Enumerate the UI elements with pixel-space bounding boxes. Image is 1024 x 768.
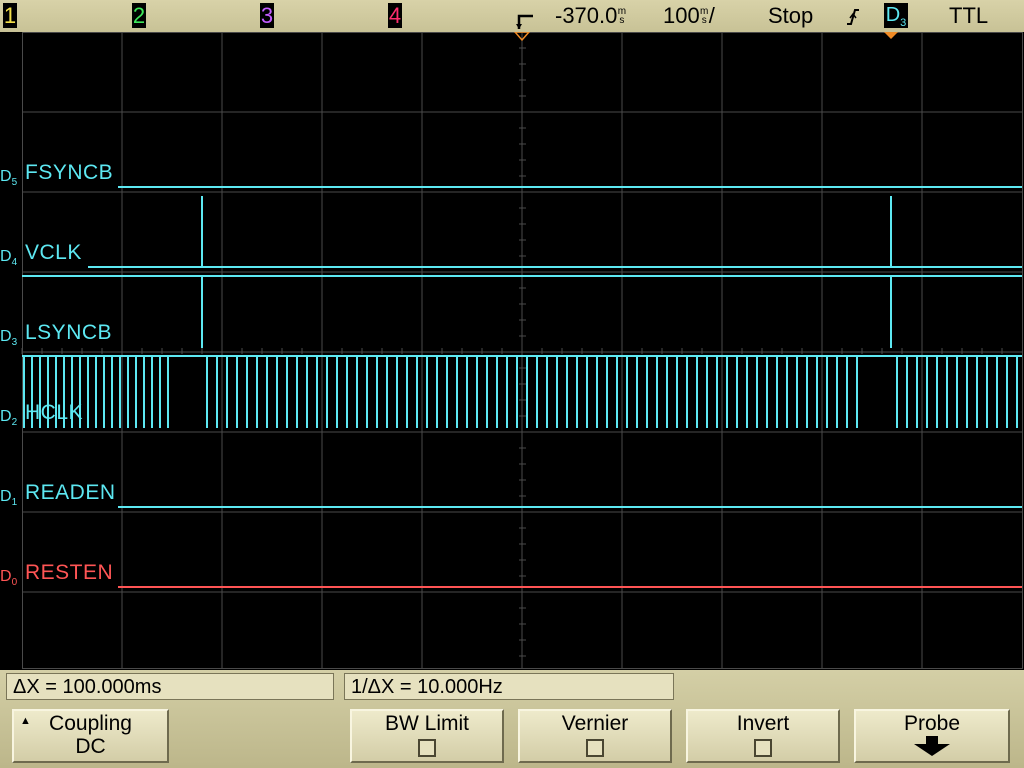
vernier-label: Vernier <box>561 712 629 735</box>
unit-bottom: s <box>701 15 707 26</box>
coupling-softkey[interactable]: ▲ Coupling DC <box>12 709 169 763</box>
channel-d5-id[interactable]: D5 <box>0 169 17 191</box>
unit-bottom: s <box>619 15 625 26</box>
delta-x-measurement: ΔX = 100.000ms <box>6 673 334 700</box>
channel-index: 1 <box>11 497 18 509</box>
channel-d3-name: LSYNCB <box>25 321 113 344</box>
rising-edge-icon <box>847 9 859 25</box>
time-scale-suffix: / <box>708 3 715 28</box>
time-scale-value: 100 <box>663 3 700 28</box>
time-scale-unit: ms <box>700 7 709 26</box>
vernier-softkey[interactable]: Vernier <box>518 709 672 763</box>
waveform-display <box>21 32 1023 669</box>
inverse-delta-x-measurement: 1/ΔX = 10.000Hz <box>344 673 674 700</box>
channel-index: 5 <box>11 177 18 189</box>
bw-limit-checkbox <box>418 739 436 757</box>
menu-up-icon: ▲ <box>20 715 31 727</box>
invert-checkbox <box>754 739 772 757</box>
trigger-level[interactable]: TTL <box>949 2 988 30</box>
channel-d4-name: VCLK <box>25 241 82 264</box>
time-delay-readout[interactable]: -370.0m s <box>555 2 626 30</box>
submenu-down-arrow-icon <box>914 736 950 756</box>
probe-softkey[interactable]: Probe <box>854 709 1010 763</box>
channel-1-indicator[interactable]: 1 <box>3 3 17 28</box>
vernier-checkbox <box>586 739 604 757</box>
channel-1-label: 1 <box>3 3 17 28</box>
channel-d0-name: RESTEN <box>25 561 114 584</box>
coupling-value: DC <box>75 735 106 758</box>
channel-3-label: 3 <box>260 3 274 28</box>
run-state[interactable]: Stop <box>768 2 813 30</box>
channel-index: 2 <box>11 417 18 429</box>
channel-d1-id[interactable]: D1 <box>0 489 17 511</box>
coupling-title: Coupling <box>49 712 132 735</box>
channel-4-label: 4 <box>388 3 402 28</box>
channel-d1-name: READEN <box>25 481 116 504</box>
time-scale-readout[interactable]: 100m s/ <box>663 2 715 30</box>
channel-d0-id[interactable]: D0 <box>0 569 17 591</box>
channel-2-label: 2 <box>132 3 146 28</box>
channel-id: D <box>0 328 12 345</box>
channel-id: D <box>0 248 12 265</box>
channel-3-indicator[interactable]: 3 <box>260 3 274 28</box>
graticule <box>21 32 1023 669</box>
channel-d3-id[interactable]: D3 <box>0 329 17 351</box>
trigger-source-id: D <box>885 4 901 26</box>
channel-2-indicator[interactable]: 2 <box>132 3 146 28</box>
trigger-source-index: 3 <box>900 17 907 29</box>
trigger-source[interactable]: D3 <box>884 3 908 29</box>
invert-softkey[interactable]: Invert <box>686 709 840 763</box>
status-bar: 1 2 3 4 -370.0m s 100m s/ Stop D3 TTL <box>0 0 1024 32</box>
channel-id: D <box>0 568 12 585</box>
probe-label: Probe <box>903 712 961 735</box>
channel-index: 4 <box>11 257 18 269</box>
channel-4-indicator[interactable]: 4 <box>388 3 402 28</box>
channel-index: 0 <box>11 577 18 589</box>
channel-id: D <box>0 168 12 185</box>
trigger-position-icon <box>516 14 533 29</box>
bw-limit-softkey[interactable]: BW Limit <box>350 709 504 763</box>
channel-id: D <box>0 408 12 425</box>
invert-label: Invert <box>736 712 790 735</box>
channel-d2-name: HCLK <box>25 401 84 424</box>
channel-id: D <box>0 488 12 505</box>
bottom-panel: ΔX = 100.000ms 1/ΔX = 10.000Hz ▲ Couplin… <box>0 670 1024 768</box>
time-delay-unit: ms <box>617 7 626 26</box>
time-delay-value: -370.0 <box>555 3 618 28</box>
channel-d5-name: FSYNCB <box>25 161 114 184</box>
channel-index: 3 <box>11 337 18 349</box>
trigger-source-marker[interactable] <box>884 32 898 39</box>
bw-limit-label: BW Limit <box>385 712 469 735</box>
channel-d2-id[interactable]: D2 <box>0 409 17 431</box>
channel-d4-id[interactable]: D4 <box>0 249 17 271</box>
